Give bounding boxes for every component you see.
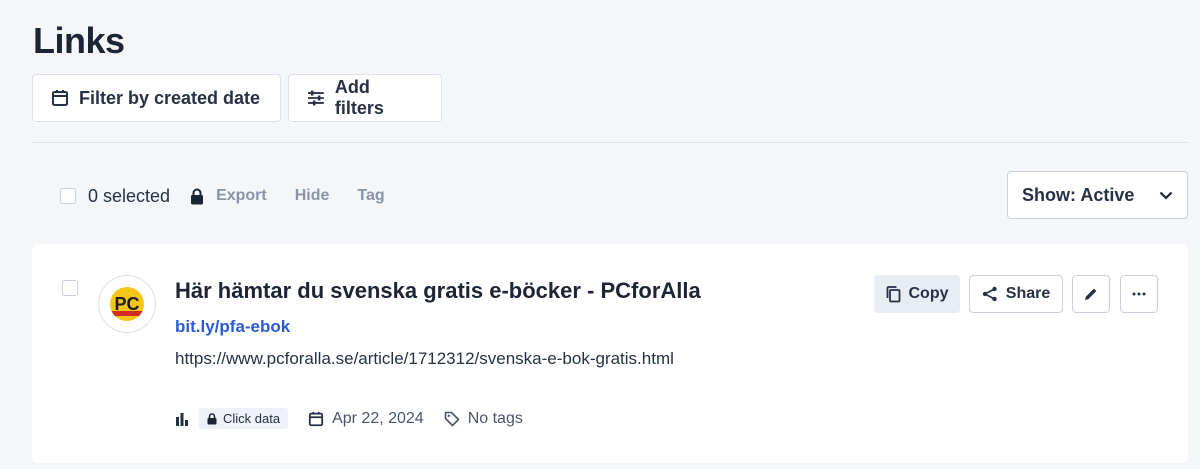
tags-value: No tags bbox=[467, 409, 523, 427]
pcforalla-logo: PC bbox=[110, 287, 144, 321]
ellipsis-icon bbox=[1132, 292, 1146, 296]
tag-icon bbox=[444, 411, 460, 426]
page-title: Links bbox=[33, 20, 125, 61]
copy-icon bbox=[886, 285, 900, 302]
pencil-icon bbox=[1085, 288, 1097, 300]
show-status-value: Show: Active bbox=[1022, 184, 1135, 205]
divider bbox=[32, 142, 1188, 143]
show-status-select[interactable]: Show: Active bbox=[1007, 171, 1188, 219]
more-options-button[interactable] bbox=[1120, 275, 1158, 313]
created-date-value: Apr 22, 2024 bbox=[332, 409, 424, 427]
bar-chart-icon[interactable] bbox=[175, 412, 189, 426]
link-checkbox[interactable] bbox=[62, 280, 78, 296]
add-filters-label: Add filters bbox=[334, 77, 384, 118]
filter-by-date-label: Filter by created date bbox=[79, 87, 261, 108]
lock-icon bbox=[207, 412, 217, 424]
site-favicon: PC bbox=[98, 275, 156, 333]
tags[interactable]: No tags bbox=[444, 410, 523, 428]
hide-button[interactable]: Hide bbox=[295, 187, 330, 205]
share-icon bbox=[982, 286, 997, 302]
edit-button[interactable] bbox=[1072, 275, 1110, 313]
lock-icon bbox=[190, 188, 204, 205]
short-url-link[interactable]: bit.ly/pfa-ebok bbox=[175, 317, 290, 337]
calendar-icon bbox=[308, 411, 324, 426]
add-filters-button[interactable]: Add filters bbox=[288, 74, 442, 122]
calendar-icon bbox=[52, 90, 68, 106]
link-card: PC Här hämtar du svenska gratis e-böcker… bbox=[32, 244, 1188, 463]
selection-bar: 0 selected Export Hide Tag bbox=[60, 184, 385, 208]
link-meta: Click data Apr 22, 2024 No tags bbox=[175, 408, 523, 429]
click-data-label: Click data bbox=[223, 411, 281, 426]
select-all-checkbox[interactable] bbox=[60, 188, 76, 204]
click-data-badge[interactable]: Click data bbox=[199, 408, 289, 429]
chevron-down-icon bbox=[1159, 191, 1173, 200]
long-url: https://www.pcforalla.se/article/1712312… bbox=[175, 349, 674, 368]
created-date: Apr 22, 2024 bbox=[308, 410, 424, 428]
copy-label: Copy bbox=[908, 285, 949, 302]
export-button[interactable]: Export bbox=[216, 187, 267, 205]
sliders-icon bbox=[307, 90, 324, 106]
selected-count: 0 selected bbox=[88, 185, 171, 206]
filter-by-date-button[interactable]: Filter by created date bbox=[32, 74, 281, 122]
tag-button[interactable]: Tag bbox=[357, 187, 384, 205]
share-button[interactable]: Share bbox=[969, 275, 1063, 313]
share-label: Share bbox=[1005, 285, 1051, 302]
copy-button[interactable]: Copy bbox=[874, 275, 960, 313]
link-title[interactable]: Här hämtar du svenska gratis e-böcker - … bbox=[175, 278, 701, 304]
